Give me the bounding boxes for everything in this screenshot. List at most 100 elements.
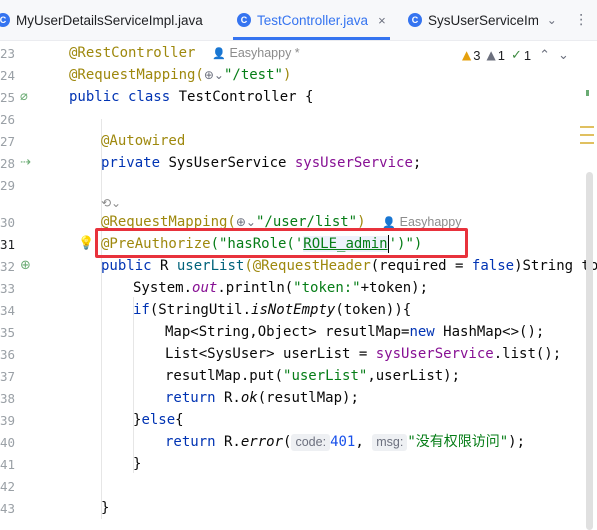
- code-text: R.: [215, 390, 241, 406]
- code-text: }: [133, 456, 142, 472]
- string-literal: "没有权限访问": [407, 434, 509, 450]
- line-number: 40: [0, 435, 16, 450]
- code-text: {: [175, 412, 184, 428]
- scrollbar-mark: [580, 142, 594, 144]
- tab-label: MyUserDetailsServiceImpl.java: [16, 12, 203, 28]
- tab-sysuserserviceimpl[interactable]: C SysUserServiceIm: [408, 0, 539, 40]
- code-line-39: }else{: [133, 409, 184, 431]
- line-number: 23: [0, 46, 16, 61]
- scrollbar-mark: [580, 134, 594, 136]
- code-text: .println(: [217, 280, 294, 296]
- line-number: 28: [0, 156, 16, 171]
- code-line-35: Map<String,Object> resutlMap=new HashMap…: [165, 321, 544, 343]
- tab-myuserdetailsserviceimpl[interactable]: C MyUserDetailsServiceImpl.java: [0, 0, 203, 40]
- line-number: 34: [0, 303, 16, 318]
- tab-testcontroller[interactable]: C TestController.java ×: [233, 0, 390, 40]
- line-number: 24: [0, 68, 16, 83]
- line-number: 31: [0, 237, 16, 252]
- line-number: 30: [0, 215, 16, 230]
- static-method: error: [240, 434, 284, 450]
- annotation: ): [282, 67, 292, 83]
- spring-bean-icon[interactable]: ⌀: [20, 89, 36, 105]
- warning-count: 3: [473, 47, 481, 63]
- vertical-scrollbar[interactable]: [586, 172, 593, 530]
- code-line-33: System.out.println("token:"+token);: [133, 277, 428, 299]
- line-number: 29: [0, 178, 16, 193]
- line-number: 42: [0, 479, 16, 494]
- warning-icon: ▲: [462, 48, 472, 62]
- code-text: )String token: [514, 258, 597, 274]
- check-icon: ✓: [510, 47, 522, 63]
- type-name: SysUserService: [160, 155, 295, 171]
- class-name: TestController {: [170, 89, 314, 105]
- punctuation: ;: [412, 155, 422, 171]
- code-line-37: resutlMap.put("userList",userList);: [165, 365, 460, 387]
- code-text: +token);: [360, 280, 429, 296]
- code-line-36: List<SysUser> userList = sysUserService.…: [165, 343, 561, 365]
- line-number: 37: [0, 369, 16, 384]
- close-tab-icon[interactable]: ×: [378, 13, 386, 28]
- code-line-40: return R.error(code: 401, msg: "没有权限访问");: [165, 431, 525, 453]
- code-line-38: return R.ok(resutlMap);: [165, 387, 359, 409]
- code-text: (token)){: [335, 302, 412, 318]
- code-line-24: @RequestMapping(⊕⌄"/test"): [69, 64, 291, 86]
- code-line-25: public class TestController {: [69, 86, 313, 108]
- java-class-icon: C: [0, 13, 10, 27]
- indent-guide: [133, 297, 134, 473]
- line-number: 25: [0, 90, 16, 105]
- highlight-box: [95, 228, 468, 258]
- code-editor[interactable]: @RestController 👤 Easyhappy * @RequestMa…: [66, 41, 597, 530]
- prev-highlight-icon[interactable]: ⌃: [539, 48, 550, 63]
- code-text: System.: [133, 280, 193, 296]
- method-name: userList: [176, 258, 245, 274]
- keyword: return: [165, 434, 216, 450]
- line-number: 32: [0, 259, 16, 274]
- next-highlight-icon[interactable]: ⌄: [558, 48, 569, 63]
- string-literal: "/test": [223, 67, 283, 83]
- web-endpoint-icon[interactable]: ⊕⌄: [204, 68, 224, 82]
- ok-count: 1: [523, 47, 532, 63]
- indent-guide: [101, 119, 102, 519]
- code-line-27: @Autowired: [101, 130, 185, 152]
- type-name: R: [151, 258, 177, 274]
- code-text: }: [101, 500, 110, 516]
- tab-list-chevron-icon[interactable]: ⌄: [547, 13, 557, 27]
- keyword: public: [101, 258, 152, 274]
- code-text: HashMap<>();: [434, 324, 545, 340]
- weak-warning-count: 1: [497, 47, 505, 63]
- inspection-widget[interactable]: ▲ 3 ▲ 1 ✓ 1 ⌃ ⌄: [462, 45, 569, 65]
- static-field: out: [192, 280, 218, 296]
- code-text: .list();: [493, 346, 562, 362]
- keyword: private: [101, 155, 161, 171]
- string-literal: "userList": [283, 368, 368, 384]
- author-hint: 👤 Easyhappy *: [212, 46, 300, 60]
- tab-label: SysUserServiceIm: [428, 12, 540, 28]
- web-endpoint-icon[interactable]: ⊕⌄: [236, 215, 256, 229]
- request-mapping-icon[interactable]: ⊕: [20, 258, 36, 274]
- scrollbar-mark: [580, 126, 594, 128]
- code-text: Map<String,Object> resutlMap=: [165, 324, 410, 340]
- code-line-41: }: [133, 453, 141, 475]
- keyword: public class: [69, 89, 171, 105]
- keyword: new: [409, 324, 435, 340]
- line-number: 39: [0, 413, 16, 428]
- parameter-hint: code:: [291, 434, 331, 451]
- java-class-icon: C: [237, 13, 251, 27]
- code-text: (: [283, 434, 292, 450]
- line-number: 33: [0, 281, 16, 296]
- annotation: (@RequestHeader: [244, 258, 371, 274]
- intention-bulb-icon[interactable]: 💡: [78, 236, 94, 252]
- line-number: 41: [0, 457, 16, 472]
- annotation: @RestController: [69, 45, 196, 61]
- tab-label: TestController.java: [257, 12, 369, 28]
- keyword: return: [165, 390, 216, 406]
- more-options-icon[interactable]: ⋮: [574, 12, 588, 28]
- code-text: ,userList);: [367, 368, 461, 384]
- autowired-navigate-icon[interactable]: ⇢: [20, 155, 36, 171]
- static-method: isNotEmpty: [251, 302, 336, 318]
- line-number: 43: [0, 501, 16, 516]
- code-text: resutlMap.put(: [165, 368, 284, 384]
- weak-warning-icon: ▲: [486, 48, 496, 62]
- code-line-23: @RestController 👤 Easyhappy *: [69, 42, 300, 64]
- keyword: else: [141, 412, 176, 428]
